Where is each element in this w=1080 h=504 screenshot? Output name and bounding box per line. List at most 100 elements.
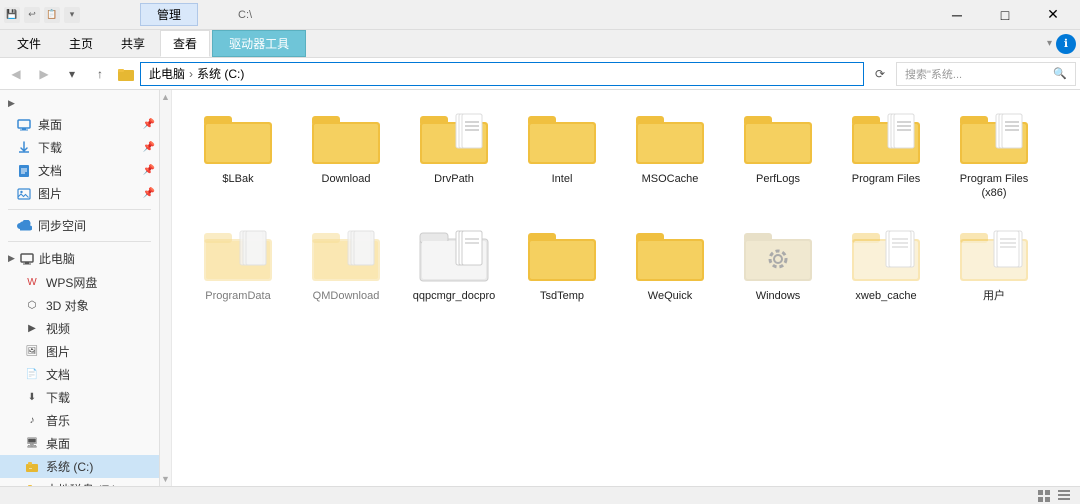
expand-ribbon-btn[interactable]: ▾ bbox=[1047, 38, 1052, 49]
sidebar-item-locale[interactable]: 本地磁盘 (E:) bbox=[0, 478, 159, 486]
tab-share[interactable]: 共享 bbox=[108, 30, 158, 57]
pin-icon-pic: 📌 bbox=[143, 188, 155, 199]
folder-intel[interactable]: Intel bbox=[512, 98, 612, 207]
folder-wequick-icon bbox=[634, 221, 706, 285]
picture2-icon: 🖼 bbox=[24, 344, 40, 360]
sidebar-label-sysc: 系统 (C:) bbox=[46, 458, 93, 475]
quick-access-header[interactable]: ▶ bbox=[0, 94, 159, 113]
sidebar-item-document[interactable]: 文档 📌 bbox=[0, 159, 159, 182]
minimize-button[interactable]: ─ bbox=[934, 0, 980, 30]
folder-drvpath-label: DrvPath bbox=[434, 172, 474, 186]
sidebar-label-desktop2: 桌面 bbox=[46, 435, 70, 452]
folder-qmdownload[interactable]: QMDownload bbox=[296, 215, 396, 309]
folder-xwebcache-label: xweb_cache bbox=[855, 289, 916, 303]
drive-e-icon bbox=[24, 482, 40, 487]
sidebar-item-onedrive[interactable]: 同步空间 bbox=[0, 214, 159, 237]
dropdown-button[interactable]: ▾ bbox=[60, 62, 84, 86]
properties-icon[interactable]: 📋 bbox=[44, 7, 60, 23]
back-button[interactable]: ◀ bbox=[4, 62, 28, 86]
sidebar-label-desktop: 桌面 bbox=[38, 116, 62, 133]
folder-users-label: 用户 bbox=[983, 289, 1005, 303]
folder-users[interactable]: 用户 bbox=[944, 215, 1044, 309]
separator2 bbox=[8, 241, 151, 242]
sidebar-label-document: 文档 bbox=[38, 162, 62, 179]
tab-file[interactable]: 文件 bbox=[4, 30, 54, 57]
sidebar-item-document2[interactable]: 📄 文档 bbox=[0, 363, 159, 386]
forward-button[interactable]: ▶ bbox=[32, 62, 56, 86]
view-details-btn[interactable] bbox=[1036, 488, 1052, 504]
folder-programfiles-label: Program Files bbox=[852, 172, 920, 186]
help-icon[interactable]: ℹ bbox=[1056, 34, 1076, 54]
folder-slbak[interactable]: $LBak bbox=[188, 98, 288, 207]
dropdown-icon[interactable]: ▾ bbox=[64, 7, 80, 23]
pin-icon: 📌 bbox=[143, 119, 155, 130]
thispc-header[interactable]: ▶ 此电脑 bbox=[0, 246, 159, 271]
picture-icon bbox=[16, 186, 32, 202]
sidebar-item-download2[interactable]: ⬇ 下载 bbox=[0, 386, 159, 409]
sidebar-item-music[interactable]: ♪ 音乐 bbox=[0, 409, 159, 432]
folder-qqpcmgr-icon bbox=[418, 221, 490, 285]
address-path[interactable]: 此电脑 › 系统 (C:) bbox=[140, 62, 864, 86]
sidebar-label-music: 音乐 bbox=[46, 412, 70, 429]
folder-xwebcache-icon bbox=[850, 221, 922, 285]
sidebar-item-download[interactable]: 下载 📌 bbox=[0, 136, 159, 159]
sidebar-item-video[interactable]: ▶ 视频 bbox=[0, 317, 159, 340]
folder-download[interactable]: Download bbox=[296, 98, 396, 207]
tab-view[interactable]: 查看 bbox=[160, 30, 210, 57]
sidebar-label-onedrive: 同步空间 bbox=[38, 217, 86, 234]
folder-programfilesx86[interactable]: Program Files (x86) bbox=[944, 98, 1044, 207]
view-list-btn[interactable] bbox=[1056, 488, 1072, 504]
scroll-down-btn[interactable]: ▼ bbox=[160, 472, 172, 486]
sidebar-label-download: 下载 bbox=[38, 139, 62, 156]
desktop-icon bbox=[16, 117, 32, 133]
undo-icon[interactable]: ↩ bbox=[24, 7, 40, 23]
folder-msocache[interactable]: MSOCache bbox=[620, 98, 720, 207]
folder-perflogs[interactable]: PerfLogs bbox=[728, 98, 828, 207]
folder-tsdtemp[interactable]: TsdTemp bbox=[512, 215, 612, 309]
folder-programfilesx86-icon bbox=[958, 104, 1030, 168]
sidebar-item-wps[interactable]: W WPS网盘 bbox=[0, 271, 159, 294]
maximize-button[interactable]: □ bbox=[982, 0, 1028, 30]
folder-tsdtemp-icon bbox=[526, 221, 598, 285]
tab-home[interactable]: 主页 bbox=[56, 30, 106, 57]
sidebar-label-locale: 本地磁盘 (E:) bbox=[46, 481, 117, 486]
ribbon-tabs: 文件 主页 共享 查看 驱动器工具 ▾ ℹ bbox=[0, 30, 1080, 57]
path-thispc: 此电脑 bbox=[149, 65, 185, 82]
folder-xwebcache[interactable]: xweb_cache bbox=[836, 215, 936, 309]
download-icon bbox=[16, 140, 32, 156]
pin-icon-doc: 📌 bbox=[143, 165, 155, 176]
sidebar-label-picture: 图片 bbox=[38, 185, 62, 202]
folder-programdata[interactable]: ProgramData bbox=[188, 215, 288, 309]
cloud-icon bbox=[16, 218, 32, 234]
folder-qqpcmgr[interactable]: qqpcmgr_docpro bbox=[404, 215, 504, 309]
folder-windows[interactable]: Windows bbox=[728, 215, 828, 309]
folder-drvpath[interactable]: DrvPath bbox=[404, 98, 504, 207]
up-button[interactable]: ↑ bbox=[88, 62, 112, 86]
title-bar-icons: 💾 ↩ 📋 ▾ bbox=[4, 7, 80, 23]
folder-intel-icon bbox=[526, 104, 598, 168]
sidebar-label-wps: WPS网盘 bbox=[46, 274, 97, 291]
close-button[interactable]: ✕ bbox=[1030, 0, 1076, 30]
sidebar-label-video: 视频 bbox=[46, 320, 70, 337]
folder-msocache-label: MSOCache bbox=[642, 172, 699, 186]
folder-wequick[interactable]: WeQuick bbox=[620, 215, 720, 309]
refresh-button[interactable]: ⟳ bbox=[868, 62, 892, 86]
active-tab-label: 管理 bbox=[140, 3, 198, 26]
download2-icon: ⬇ bbox=[24, 390, 40, 406]
pc-icon bbox=[19, 251, 35, 267]
sidebar-item-sysc[interactable]: 系统 (C:) bbox=[0, 455, 159, 478]
3d-icon: ⬡ bbox=[24, 298, 40, 314]
tab-drive-tools[interactable]: 驱动器工具 bbox=[212, 30, 306, 57]
sidebar-item-3d[interactable]: ⬡ 3D 对象 bbox=[0, 294, 159, 317]
folder-grid: $LBak Download bbox=[188, 98, 1064, 309]
sidebar-item-desktop2[interactable]: 🖥 桌面 bbox=[0, 432, 159, 455]
document-icon bbox=[16, 163, 32, 179]
sidebar-item-picture2[interactable]: 🖼 图片 bbox=[0, 340, 159, 363]
sidebar-item-desktop[interactable]: 桌面 📌 bbox=[0, 113, 159, 136]
wps-icon: W bbox=[24, 275, 40, 291]
save-icon[interactable]: 💾 bbox=[4, 7, 20, 23]
search-box[interactable]: 搜索"系统... 🔍 bbox=[896, 62, 1076, 86]
folder-programfiles[interactable]: Program Files bbox=[836, 98, 936, 207]
scroll-up-btn[interactable]: ▲ bbox=[160, 90, 172, 104]
sidebar-item-picture[interactable]: 图片 📌 bbox=[0, 182, 159, 205]
